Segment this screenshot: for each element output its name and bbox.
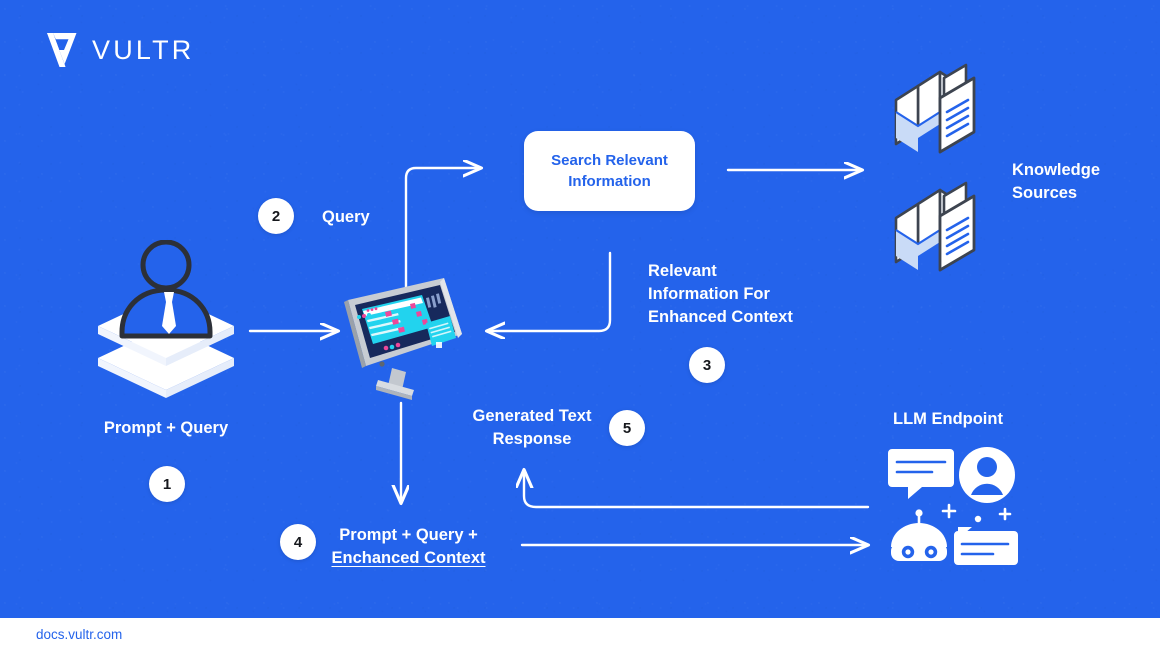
sparkle-dot-icon <box>974 515 982 523</box>
diagram-background: VULTR Prompt + Query Search Relevant Inf… <box>0 0 1160 618</box>
user-on-layers-icon <box>86 239 246 405</box>
chat-bubble-icon <box>888 449 954 499</box>
label-knowledge-sources: Knowledge Sources <box>1012 161 1101 202</box>
llm-cluster-icon <box>888 443 1018 573</box>
vultr-logo: VULTR <box>40 30 195 70</box>
vultr-v-logo-icon <box>41 33 77 67</box>
search-relevant-information-box[interactable]: Search Relevant Information <box>524 131 695 211</box>
label-prompt-query: Prompt + Query <box>103 419 229 437</box>
brand-name: VULTR <box>92 34 195 65</box>
footer-bar: docs.vultr.com <box>0 618 1160 650</box>
label-generated-text-response: Generated Text Response <box>472 407 592 448</box>
diagram-canvas: VULTR Prompt + Query Search Relevant Inf… <box>0 0 1160 650</box>
step-number-5: 5 <box>609 410 645 446</box>
chat-bubble-reply-icon <box>954 527 1018 565</box>
label-prompt-query-context-line2: Enchanced Context <box>331 549 486 567</box>
docs-link[interactable]: docs.vultr.com <box>36 627 122 642</box>
step-number-2: 2 <box>258 198 294 234</box>
arrow-llm-to-response <box>524 470 870 509</box>
label-prompt-query-context-line1: Prompt + Query + <box>339 526 478 544</box>
robot-head-icon <box>891 509 947 561</box>
documents-stack-icon-bottom <box>888 178 1000 288</box>
user-avatar-icon <box>959 447 1015 503</box>
step-number-3: 3 <box>689 347 725 383</box>
label-llm-endpoint: LLM Endpoint <box>893 410 1003 428</box>
arrow-knowledge-to-computer <box>487 251 612 331</box>
label-relevant-information-for-enhanced-context: Relevant Information For Enhanced Contex… <box>648 262 793 326</box>
desktop-monitor-icon <box>340 276 468 402</box>
label-query: Query <box>322 208 370 226</box>
documents-stack-icon-top <box>888 60 1000 170</box>
step-number-1: 1 <box>149 466 185 502</box>
step-number-4: 4 <box>280 524 316 560</box>
arrow-computer-to-search <box>404 168 481 295</box>
